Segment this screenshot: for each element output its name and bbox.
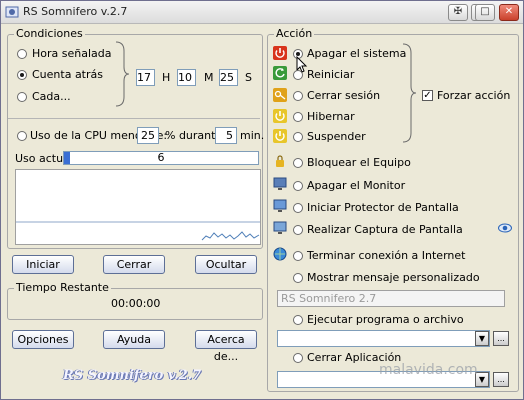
radio-cada[interactable] [17, 92, 27, 102]
lock-icon [276, 155, 284, 167]
label-hora-senalada: Hora señalada [32, 47, 112, 60]
options-button[interactable]: Opciones [12, 330, 74, 349]
minutes-input[interactable]: 10 [177, 69, 196, 86]
about-button[interactable]: Acerca de... [195, 330, 257, 363]
key-icon [273, 88, 287, 102]
restart-icon [273, 66, 287, 80]
action-title: Acción [274, 27, 315, 40]
label-run-program: Ejecutar programa o archivo [307, 313, 464, 326]
chevron-down-icon: ▼ [478, 375, 486, 384]
radio-restart[interactable] [293, 70, 303, 80]
program-browse-button[interactable]: ... [493, 331, 509, 346]
program-select[interactable] [277, 330, 490, 347]
radio-lock[interactable] [293, 158, 303, 168]
conditions-brace [115, 41, 130, 107]
radio-hibernate[interactable] [293, 112, 303, 122]
label-shutdown: Apagar el sistema [307, 47, 407, 60]
radio-hora-senalada[interactable] [17, 49, 27, 59]
during-label: % durante [165, 129, 223, 142]
cpu-graph [15, 169, 261, 245]
label-monitor-off: Apagar el Monitor [307, 179, 406, 192]
maximize-button[interactable]: □ [475, 4, 495, 21]
radio-suspend[interactable] [293, 132, 303, 142]
hibernate-icon [273, 109, 287, 123]
help-button[interactable]: Ayuda [103, 330, 165, 349]
footer-logo: RS Somnifero v.2.7 [63, 368, 202, 383]
conditions-divider [8, 118, 260, 119]
radio-close-app[interactable] [293, 353, 303, 363]
start-button[interactable]: Iniciar [12, 255, 74, 274]
close-window-button[interactable]: ✕ [499, 4, 519, 21]
seconds-label: S [245, 71, 252, 84]
min-label: min. [240, 129, 265, 142]
label-screensaver: Iniciar Protector de Pantalla [307, 201, 459, 214]
label-logoff: Cerrar sesión [307, 89, 381, 102]
shutdown-icon [273, 46, 287, 60]
radio-monitor-off[interactable] [293, 181, 303, 191]
message-input[interactable]: RS Somnifero 2.7 [277, 290, 505, 307]
radio-cuenta-atras[interactable] [17, 70, 27, 80]
radio-message[interactable] [293, 273, 303, 283]
radio-screensaver[interactable] [293, 203, 303, 213]
label-message: Mostrar mensaje personalizado [307, 271, 480, 284]
hours-label: H [162, 71, 171, 84]
app-browse-button[interactable]: ... [493, 372, 509, 387]
site-watermark: malavida.com [379, 362, 478, 378]
label-restart: Reiniciar [307, 68, 355, 81]
close-icon: ✕ [504, 6, 514, 17]
eye-icon[interactable] [498, 223, 512, 233]
label-hibernate: Hibernar [307, 110, 355, 123]
suspend-icon [273, 129, 287, 143]
radio-run-program[interactable] [293, 315, 303, 325]
remaining-value: 00:00:00 [111, 297, 161, 310]
seconds-input[interactable]: 25 [219, 69, 238, 86]
internet-icon [273, 247, 287, 261]
cpu-graph-canvas [16, 221, 260, 241]
hide-button[interactable]: Ocultar [195, 255, 257, 274]
usage-bar: 6 [63, 151, 259, 165]
minutes-label: M [204, 71, 214, 84]
title-bar: RS Somnifero v.2.7 ✠ ▁ □ ✕ [1, 1, 523, 24]
maximize-icon: □ [480, 6, 490, 17]
screenshot-icon [273, 221, 287, 234]
usage-value: 6 [157, 151, 165, 164]
app-window: RS Somnifero v.2.7 ✠ ▁ □ ✕ Condiciones H… [0, 0, 524, 400]
radio-logoff[interactable] [293, 91, 303, 101]
pin-icon: ✠ [453, 6, 463, 17]
monitor-icon [273, 177, 287, 190]
app-icon [5, 6, 19, 18]
cpu-input[interactable]: 25 [137, 127, 159, 144]
label-screenshot: Realizar Captura de Pantalla [307, 223, 463, 236]
window-title: RS Somnifero v.2.7 [23, 5, 128, 18]
chevron-down-icon: ▼ [478, 334, 486, 343]
label-lock: Bloquear el Equipo [307, 156, 411, 169]
label-internet: Terminar conexión a Internet [307, 249, 466, 262]
force-action-checkbox[interactable]: ✓ [422, 90, 433, 101]
label-cuenta-atras: Cuenta atrás [32, 68, 103, 81]
label-suspend: Suspender [307, 130, 366, 143]
force-action-label: Forzar acción [437, 89, 511, 102]
radio-cpu[interactable] [17, 131, 27, 141]
conditions-title: Condiciones [14, 27, 85, 40]
action-brace [402, 43, 417, 143]
close-button[interactable]: Cerrar [103, 255, 165, 274]
during-input[interactable]: 5 [215, 127, 237, 144]
remaining-title: Tiempo Restante [14, 281, 111, 294]
label-cada: Cada... [32, 90, 71, 103]
radio-internet[interactable] [293, 251, 303, 261]
screensaver-icon [273, 199, 287, 212]
program-dropdown-button[interactable]: ▼ [475, 331, 489, 346]
radio-screenshot[interactable] [293, 225, 303, 235]
usage-bar-fill [64, 152, 70, 164]
hours-input[interactable]: 17 [136, 69, 155, 86]
pin-button[interactable]: ✠ [448, 4, 468, 21]
